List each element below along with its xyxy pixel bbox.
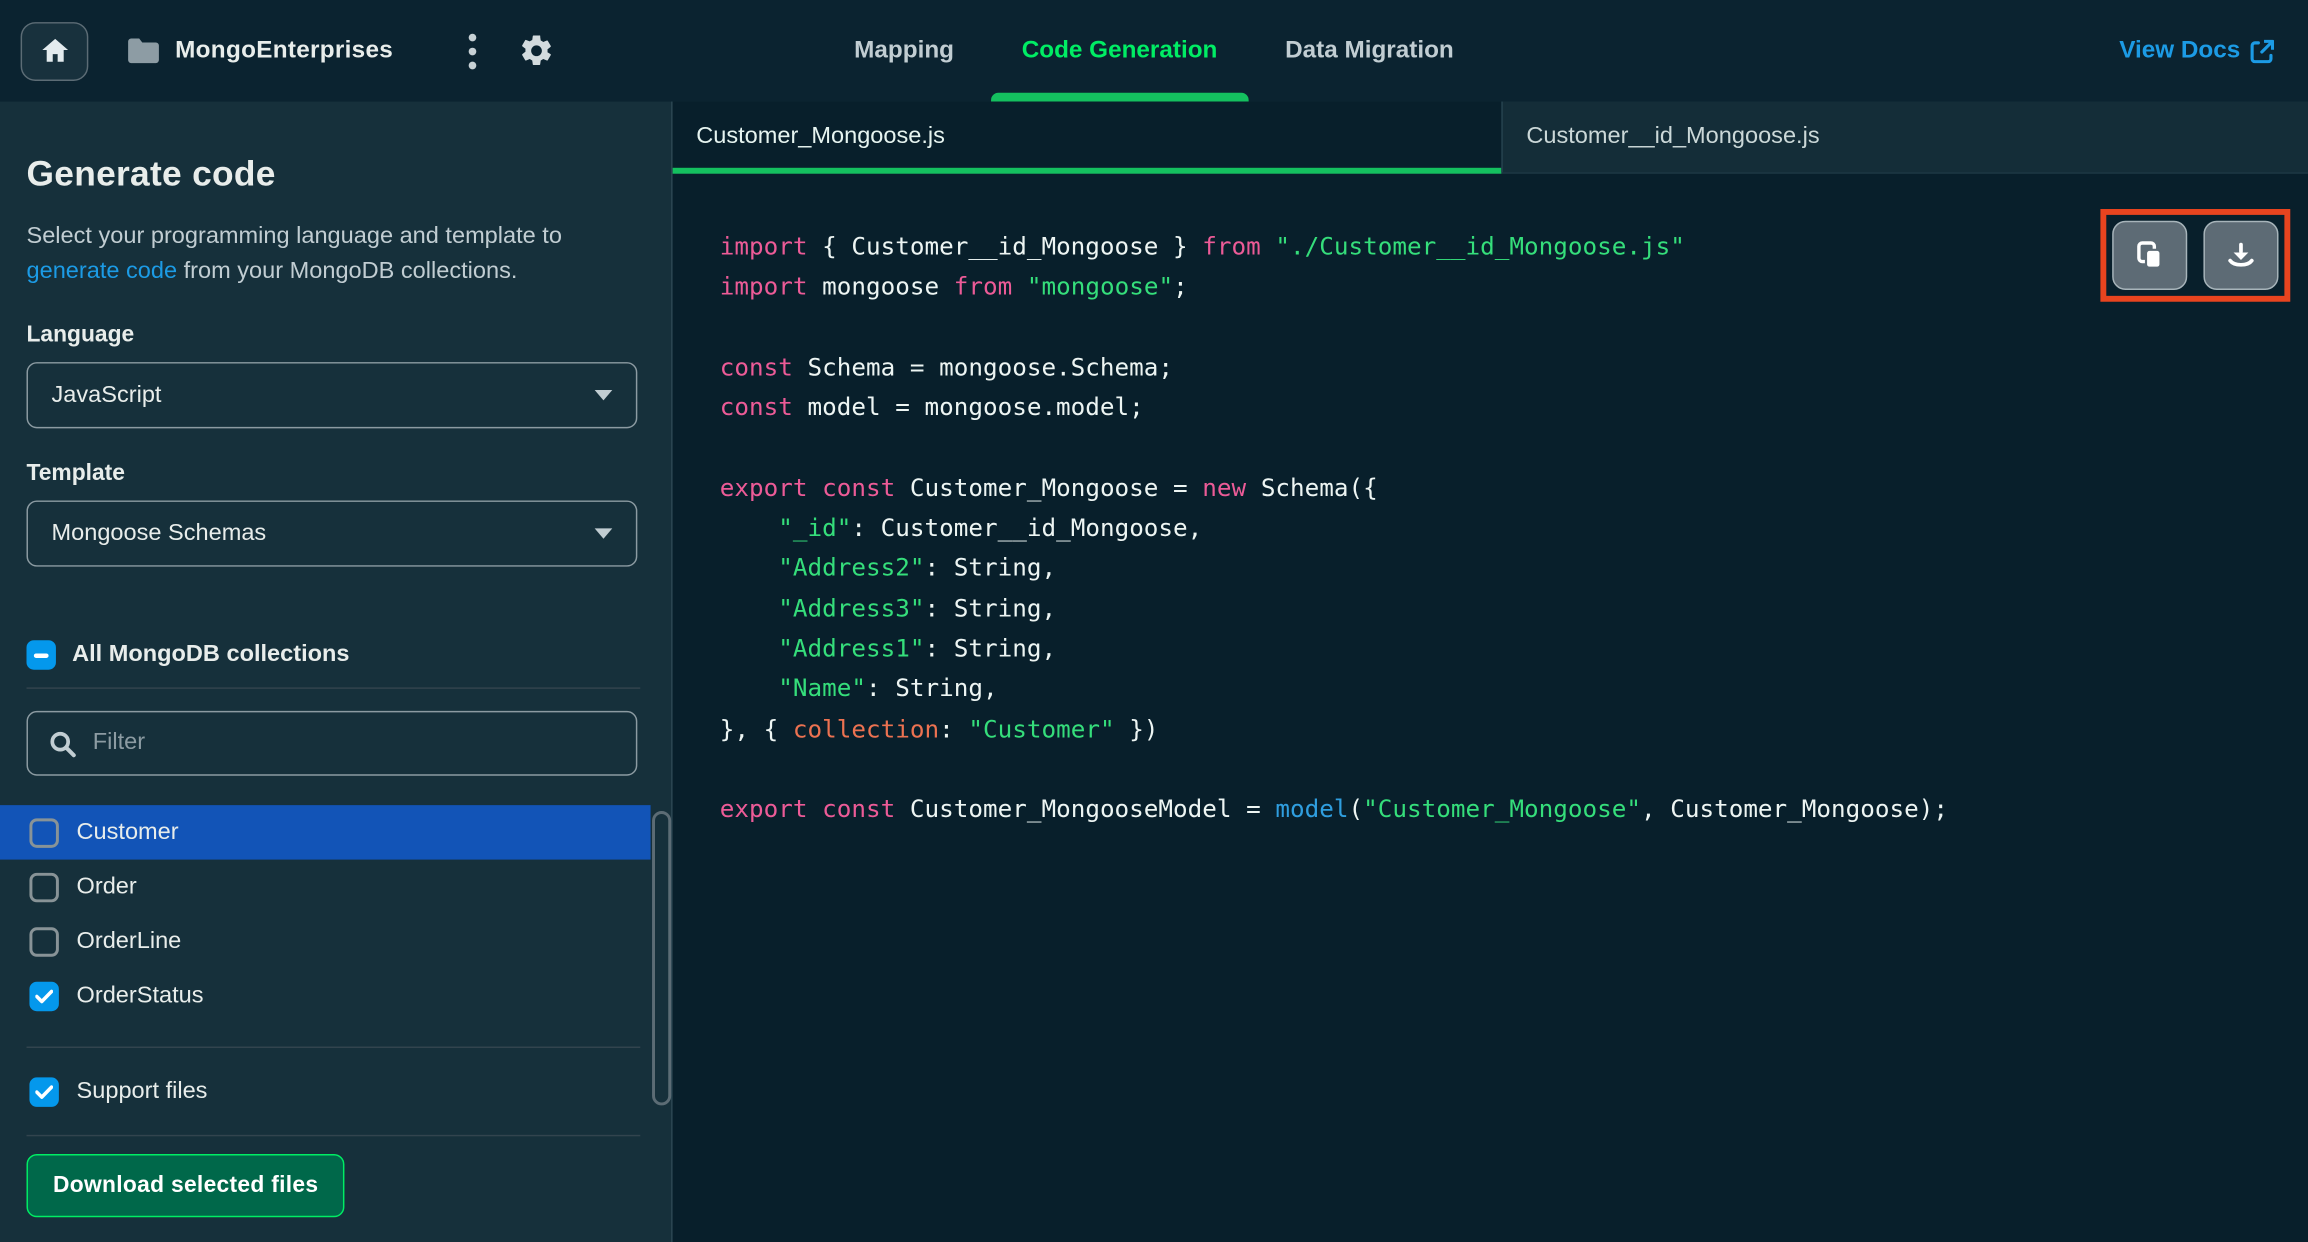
collections-list: Customer Order OrderLine OrderStatus: [0, 805, 651, 1023]
kebab-menu-icon[interactable]: [455, 32, 490, 69]
template-value: Mongoose Schemas: [51, 520, 267, 546]
project-name: MongoEnterprises: [175, 36, 394, 64]
file-tab-customer-id-mongoose[interactable]: Customer__id_Mongoose.js: [1501, 101, 2308, 173]
collection-checkbox[interactable]: [29, 817, 59, 848]
support-files-label: Support files: [76, 1078, 208, 1104]
generate-code-panel: Generate code Select your programming la…: [0, 101, 673, 1242]
topbar: MongoEnterprises Mapping Code Generation…: [0, 0, 2308, 102]
search-icon: [49, 729, 77, 757]
template-select[interactable]: Mongoose Schemas: [26, 500, 638, 567]
checkbox-minus-icon: [33, 652, 49, 658]
collection-name: Customer: [76, 819, 179, 845]
filter-input[interactable]: [92, 730, 616, 757]
external-link-icon: [2250, 39, 2275, 63]
divider: [26, 1134, 641, 1137]
code-block: import { Customer__id_Mongoose } from ".…: [719, 232, 1949, 824]
folder-icon: [127, 37, 161, 65]
nav-tab-mapping[interactable]: Mapping: [854, 0, 954, 102]
language-value: JavaScript: [51, 381, 162, 407]
support-files-checkbox[interactable]: [29, 1076, 59, 1107]
panel-description: Select your programming language and tem…: [26, 223, 562, 285]
all-collections-checkbox[interactable]: [26, 640, 56, 670]
gear-icon[interactable]: [517, 32, 555, 70]
collection-row[interactable]: OrderStatus: [0, 969, 651, 1023]
collection-name: OrderStatus: [76, 982, 204, 1008]
caret-down-icon: [594, 528, 613, 539]
copy-code-button[interactable]: [2112, 220, 2188, 290]
panel-title: Generate code: [26, 154, 276, 195]
code-editor: Customer_Mongoose.js Customer__id_Mongoo…: [672, 101, 2308, 1242]
generate-code-link[interactable]: generate code: [26, 259, 177, 284]
collection-row[interactable]: Order: [0, 860, 651, 914]
filter-field: [26, 710, 638, 776]
nav-tab-code-generation[interactable]: Code Generation: [990, 0, 1249, 102]
collection-row[interactable]: OrderLine: [0, 914, 651, 968]
language-select[interactable]: JavaScript: [26, 362, 638, 429]
app-window: MongoEnterprises Mapping Code Generation…: [0, 0, 2308, 1242]
active-tab-underline: [990, 92, 1249, 102]
divider: [26, 687, 641, 689]
collection-checkbox[interactable]: [29, 872, 59, 902]
collection-row[interactable]: Customer: [0, 805, 651, 860]
download-selected-files-button[interactable]: Download selected files: [26, 1153, 345, 1218]
scrollbar-thumb[interactable]: [652, 811, 672, 1106]
checkbox-check-icon: [35, 1084, 53, 1099]
file-tab-bar: Customer_Mongoose.js Customer__id_Mongoo…: [672, 101, 2308, 174]
home-icon: [39, 35, 70, 66]
annotation-highlight-box: [2100, 209, 2291, 302]
download-icon: [2226, 240, 2257, 271]
caret-down-icon: [594, 390, 613, 401]
project-info: MongoEnterprises: [127, 37, 394, 65]
support-files-row[interactable]: Support files: [0, 1064, 671, 1118]
collection-name: OrderLine: [76, 928, 182, 954]
copy-icon: [2134, 240, 2165, 271]
main-nav: Mapping Code Generation Data Migration: [854, 0, 1454, 102]
checkbox-check-icon: [35, 988, 53, 1003]
file-tab-customer-mongoose[interactable]: Customer_Mongoose.js: [672, 101, 1502, 174]
collection-checkbox[interactable]: [29, 926, 59, 956]
divider: [26, 1046, 641, 1048]
view-docs-link[interactable]: View Docs: [2119, 0, 2275, 102]
all-collections-row[interactable]: All MongoDB collections: [26, 640, 637, 670]
home-button[interactable]: [20, 21, 89, 81]
template-label: Template: [26, 460, 125, 486]
language-label: Language: [26, 322, 135, 348]
all-collections-label: All MongoDB collections: [72, 641, 350, 667]
collection-checkbox[interactable]: [29, 981, 59, 1011]
collection-name: Order: [76, 873, 137, 899]
nav-tab-data-migration[interactable]: Data Migration: [1285, 0, 1454, 102]
download-code-button[interactable]: [2203, 220, 2279, 290]
